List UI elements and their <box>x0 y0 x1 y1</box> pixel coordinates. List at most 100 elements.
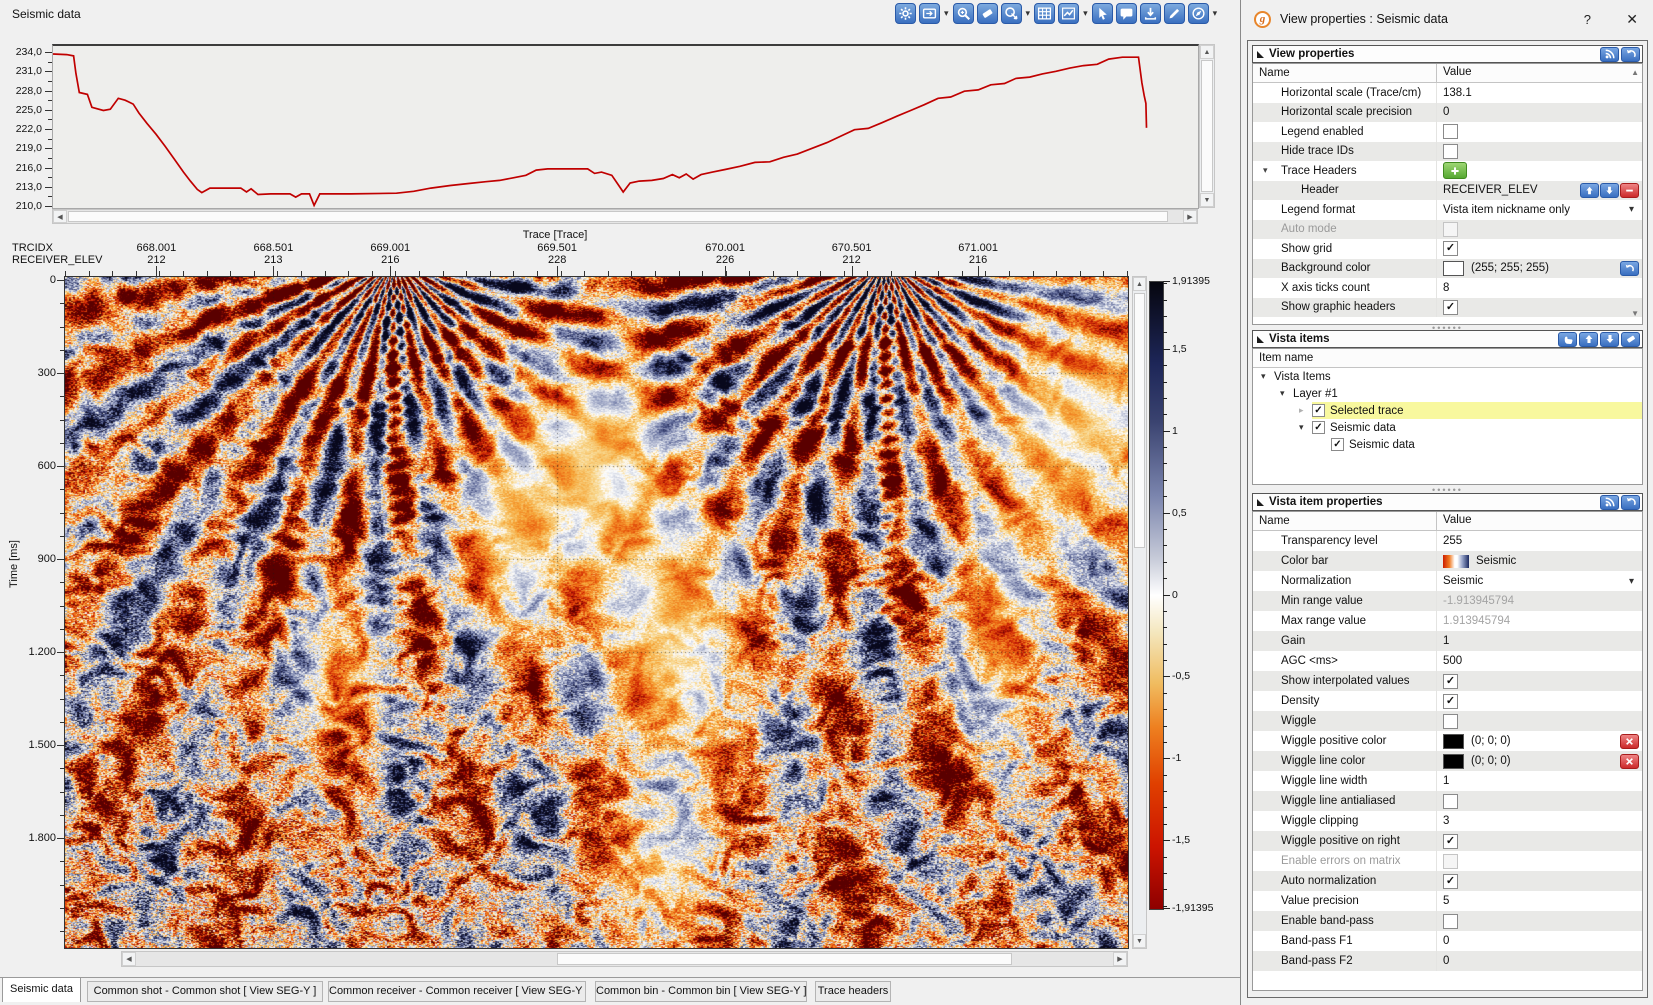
checked-checkbox[interactable]: ✓ <box>1312 421 1325 434</box>
color-swatch[interactable] <box>1443 754 1464 769</box>
vista-item-properties-section-header[interactable]: Vista item properties <box>1252 493 1643 511</box>
unchecked-checkbox[interactable] <box>1443 854 1458 869</box>
tree-expander-open-icon[interactable]: ▾ <box>1280 388 1293 399</box>
elevation-chart[interactable] <box>52 44 1199 209</box>
unchecked-checkbox[interactable] <box>1443 222 1458 237</box>
property-value[interactable]: Seismic▾ <box>1436 571 1642 591</box>
seismic-horizontal-scrollbar[interactable]: ◀▶ <box>121 951 1128 967</box>
scroll-down-button[interactable]: ▼ <box>1133 934 1146 948</box>
scroll-up-button[interactable]: ▲ <box>1133 277 1146 291</box>
tab-trace-headers[interactable]: Trace headers <box>815 981 891 1002</box>
row-expander-icon[interactable]: ▾ <box>1263 165 1268 176</box>
zoom-in-button[interactable] <box>953 3 974 24</box>
property-value[interactable]: 138.1 <box>1436 83 1642 103</box>
table-scroll-up-icon[interactable]: ▲ <box>1631 68 1639 77</box>
dropdown-caret-icon[interactable]: ▾ <box>1629 576 1634 587</box>
spreadsheet-button[interactable] <box>1034 3 1055 24</box>
design-mode-dropdown-icon[interactable]: ▾ <box>1213 8 1218 19</box>
scroll-thumb[interactable] <box>1201 60 1213 192</box>
zoom-mode-button[interactable] <box>1001 3 1022 24</box>
property-value[interactable] <box>1436 142 1642 162</box>
design-mode-button[interactable] <box>1188 3 1209 24</box>
property-value[interactable] <box>1436 161 1642 181</box>
reset-button[interactable] <box>1621 495 1640 510</box>
property-value[interactable]: 1 <box>1436 771 1642 791</box>
property-value[interactable]: ✓ <box>1436 691 1642 711</box>
property-value[interactable]: 255 <box>1436 531 1642 551</box>
scroll-right-button[interactable]: ▶ <box>1183 210 1197 223</box>
table-scroll-down-icon[interactable]: ▼ <box>1631 309 1639 318</box>
property-value[interactable]: 500 <box>1436 651 1642 671</box>
property-value[interactable]: (0; 0; 0) <box>1436 731 1642 751</box>
elevation-horizontal-scrollbar[interactable]: ◀▶ <box>52 209 1198 224</box>
tab-common-shot-common-shot-view-s[interactable]: Common shot - Common shot [ View SEG-Y ] <box>87 981 323 1002</box>
tab-common-bin-common-bin-view-seg[interactable]: Common bin - Common bin [ View SEG-Y ] <box>595 981 807 1002</box>
settings-button[interactable] <box>895 3 916 24</box>
checked-checkbox[interactable]: ✓ <box>1443 694 1458 709</box>
tree-item-seismic-data[interactable]: ✓Seismic data <box>1253 436 1642 453</box>
checked-checkbox[interactable]: ✓ <box>1443 834 1458 849</box>
tree-item-selected-trace[interactable]: ▸✓Selected trace <box>1253 402 1642 419</box>
reset-button[interactable] <box>1621 47 1640 62</box>
property-value[interactable]: ✓ <box>1436 871 1642 891</box>
zoom-mode-dropdown-icon[interactable]: ▾ <box>1026 8 1031 19</box>
colorbar-swatch[interactable] <box>1443 555 1469 568</box>
scroll-up-button[interactable]: ▲ <box>1200 45 1214 59</box>
property-value[interactable] <box>1436 911 1642 931</box>
unchecked-checkbox[interactable] <box>1443 124 1458 139</box>
property-value[interactable]: 1 <box>1436 631 1642 651</box>
remove-color-button[interactable] <box>1620 754 1639 769</box>
dropdown-caret-icon[interactable]: ▾ <box>1629 204 1634 215</box>
tab-common-receiver-common-receive[interactable]: Common receiver - Common receiver [ View… <box>328 981 586 1002</box>
view-properties-section-header[interactable]: View properties <box>1252 45 1643 63</box>
property-value[interactable] <box>1436 791 1642 811</box>
move-item-down-button[interactable] <box>1600 332 1619 347</box>
scroll-left-button[interactable]: ◀ <box>53 210 67 223</box>
remove-button[interactable] <box>1620 183 1639 198</box>
annotation-button[interactable] <box>1116 3 1137 24</box>
checked-checkbox[interactable]: ✓ <box>1443 300 1458 315</box>
property-value[interactable]: ✓ <box>1436 239 1642 259</box>
checked-checkbox[interactable]: ✓ <box>1443 874 1458 889</box>
checked-checkbox[interactable]: ✓ <box>1312 404 1325 417</box>
property-value[interactable]: (255; 255; 255) <box>1436 259 1642 279</box>
property-value[interactable]: 1.913945794 <box>1436 611 1642 631</box>
property-value[interactable]: 5 <box>1436 891 1642 911</box>
edit-button[interactable] <box>1164 3 1185 24</box>
chart-mode-button[interactable] <box>1058 3 1079 24</box>
tree-item-vista-items[interactable]: ▾Vista Items <box>1253 368 1642 385</box>
window-mode-button[interactable] <box>919 3 940 24</box>
tree-expander-open-icon[interactable]: ▾ <box>1299 422 1312 433</box>
scroll-left-button[interactable]: ◀ <box>122 952 136 966</box>
property-value[interactable] <box>1436 220 1642 240</box>
property-value[interactable]: ✓ <box>1436 671 1642 691</box>
window-mode-dropdown-icon[interactable]: ▾ <box>944 8 949 19</box>
unchecked-checkbox[interactable] <box>1443 794 1458 809</box>
remove-color-button[interactable] <box>1620 734 1639 749</box>
property-value[interactable]: Seismic <box>1436 551 1642 571</box>
move-down-button[interactable] <box>1600 183 1619 198</box>
seismic-vertical-scrollbar[interactable]: ▲▼ <box>1132 276 1147 949</box>
property-value[interactable]: Vista item nickname only▾ <box>1436 200 1642 220</box>
tree-expander-open-icon[interactable]: ▾ <box>1261 371 1274 382</box>
color-swatch[interactable] <box>1443 261 1464 276</box>
eraser-button[interactable] <box>977 3 998 24</box>
scroll-right-button[interactable]: ▶ <box>1113 952 1127 966</box>
scroll-thumb[interactable] <box>1134 293 1145 548</box>
scroll-down-button[interactable]: ▼ <box>1200 193 1214 207</box>
property-value[interactable] <box>1436 122 1642 142</box>
checked-checkbox[interactable]: ✓ <box>1443 674 1458 689</box>
help-button[interactable]: ? <box>1584 12 1591 27</box>
property-value[interactable] <box>1436 851 1642 871</box>
feed-button[interactable] <box>1600 47 1619 62</box>
property-value[interactable]: 0 <box>1436 931 1642 951</box>
property-value[interactable] <box>1436 711 1642 731</box>
scroll-thumb[interactable] <box>68 211 1168 222</box>
unchecked-checkbox[interactable] <box>1443 714 1458 729</box>
tree-item-layer-1[interactable]: ▾Layer #1 <box>1253 385 1642 402</box>
select-cursor-button[interactable] <box>1092 3 1113 24</box>
tab-seismic-data[interactable]: Seismic data <box>2 977 81 1002</box>
reset-color-button[interactable] <box>1620 261 1639 276</box>
scroll-thumb[interactable] <box>557 953 1012 965</box>
property-value[interactable]: ✓ <box>1436 831 1642 851</box>
